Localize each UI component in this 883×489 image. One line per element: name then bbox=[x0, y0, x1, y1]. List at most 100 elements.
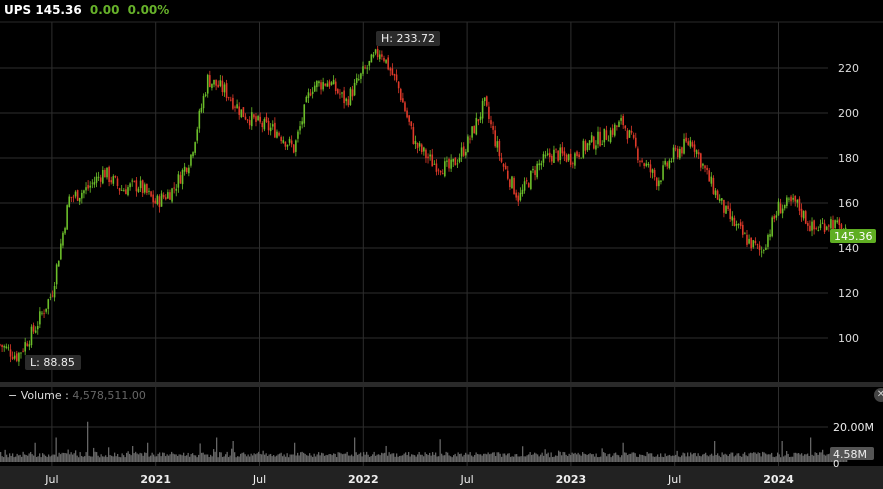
volume-bar bbox=[697, 453, 699, 462]
volume-bar bbox=[793, 452, 795, 462]
volume-bar bbox=[748, 453, 750, 462]
volume-bar bbox=[183, 452, 185, 462]
volume-bar bbox=[240, 453, 242, 462]
volume-bar bbox=[498, 452, 500, 462]
volume-bar bbox=[559, 451, 561, 462]
volume-bar bbox=[705, 452, 707, 462]
volume-bar bbox=[792, 456, 794, 462]
volume-bar bbox=[130, 455, 132, 462]
volume-bar bbox=[787, 453, 789, 462]
volume-bar bbox=[486, 454, 488, 462]
volume-bar bbox=[229, 455, 231, 462]
volume-bar bbox=[379, 455, 381, 462]
volume-bar bbox=[72, 454, 74, 462]
volume-bar bbox=[465, 452, 467, 462]
volume-bar bbox=[19, 454, 21, 462]
volume-bar bbox=[504, 453, 506, 462]
volume-bar bbox=[717, 453, 719, 462]
volume-bar bbox=[549, 457, 551, 462]
volume-bar bbox=[102, 456, 104, 462]
volume-bar bbox=[438, 456, 440, 462]
volume-bar bbox=[330, 454, 332, 462]
volume-bar bbox=[753, 452, 755, 462]
volume-bar bbox=[804, 454, 806, 462]
volume-bar bbox=[802, 455, 804, 462]
volume-bar bbox=[153, 454, 155, 462]
volume-bar bbox=[184, 455, 186, 462]
volume-bar bbox=[630, 453, 632, 462]
volume-bar bbox=[339, 452, 341, 462]
volume-bar bbox=[417, 454, 419, 462]
volume-bar bbox=[297, 452, 299, 462]
volume-bar bbox=[757, 452, 759, 462]
volume-bar bbox=[313, 453, 315, 462]
volume-bar bbox=[493, 452, 495, 462]
volume-bar bbox=[261, 454, 263, 462]
volume-bar bbox=[615, 452, 617, 462]
pane-separator[interactable] bbox=[0, 382, 883, 387]
volume-bar bbox=[195, 455, 197, 462]
volume-bar bbox=[409, 456, 411, 462]
volume-bar bbox=[391, 453, 393, 462]
volume-bar bbox=[784, 455, 786, 462]
candle bbox=[557, 150, 559, 163]
volume-bar bbox=[622, 442, 624, 462]
volume-bar bbox=[798, 453, 800, 462]
volume-bar bbox=[138, 454, 140, 462]
volume-bar bbox=[664, 453, 666, 462]
volume-bar bbox=[12, 453, 14, 462]
time-tick-label: 2021 bbox=[140, 473, 171, 486]
volume-bar bbox=[279, 453, 281, 462]
volume-bar bbox=[771, 452, 773, 462]
volume-bar bbox=[280, 452, 282, 462]
volume-bar bbox=[666, 456, 668, 462]
volume-bar bbox=[457, 452, 459, 462]
volume-bar bbox=[54, 454, 56, 462]
volume-bar bbox=[580, 455, 582, 462]
volume-bar bbox=[562, 451, 564, 462]
volume-bar bbox=[687, 452, 689, 462]
volume-bar bbox=[627, 455, 629, 462]
volume-bar bbox=[121, 453, 123, 462]
volume-bar bbox=[760, 456, 762, 462]
volume-bar bbox=[690, 452, 692, 462]
close-icon[interactable]: ✕ bbox=[874, 388, 883, 402]
candle bbox=[30, 324, 33, 348]
volume-bar bbox=[597, 457, 599, 462]
volume-bar bbox=[681, 455, 683, 462]
time-tick-label: 2022 bbox=[348, 473, 379, 486]
volume-bar bbox=[331, 455, 333, 462]
volume-bar bbox=[667, 455, 669, 462]
volume-bar bbox=[235, 457, 237, 462]
volume-bar bbox=[721, 452, 723, 462]
volume-sep: : bbox=[65, 389, 69, 402]
volume-bar bbox=[684, 453, 686, 462]
volume-bar bbox=[346, 451, 348, 462]
volume-bar bbox=[88, 455, 90, 462]
volume-bar bbox=[556, 455, 558, 462]
stock-chart[interactable]: 100 120 140 160 180 200 220 Jul 2021 Jul 2022 Jul 2… bbox=[0, 0, 883, 489]
collapse-icon[interactable]: − bbox=[8, 389, 17, 402]
volume-bar bbox=[586, 454, 588, 462]
candle bbox=[511, 175, 513, 189]
volume-bar bbox=[814, 452, 816, 462]
volume-bar bbox=[820, 452, 822, 462]
volume-bar bbox=[688, 456, 690, 462]
volume-bar bbox=[270, 453, 272, 462]
volume-bar bbox=[826, 454, 828, 462]
volume-bar bbox=[18, 455, 20, 462]
candle bbox=[242, 107, 245, 118]
volume-bar bbox=[720, 457, 722, 462]
volume-bar bbox=[729, 454, 731, 462]
volume-bar bbox=[573, 453, 575, 462]
volume-bar bbox=[151, 452, 153, 462]
volume-bar bbox=[300, 452, 302, 462]
volume-bar bbox=[387, 455, 389, 462]
volume-bar bbox=[643, 455, 645, 462]
volume-bar bbox=[490, 453, 492, 462]
volume-bar bbox=[555, 455, 557, 462]
volume-bar bbox=[481, 455, 483, 462]
volume-bar bbox=[679, 457, 681, 462]
volume-bar bbox=[733, 456, 735, 462]
volume-bar bbox=[570, 455, 572, 462]
